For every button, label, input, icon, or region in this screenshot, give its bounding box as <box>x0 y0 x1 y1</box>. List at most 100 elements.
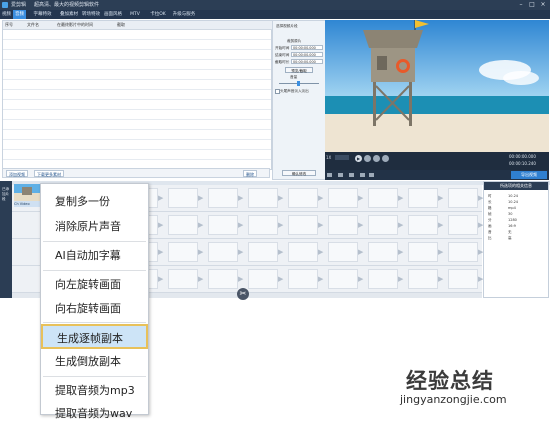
property-key: 格 <box>488 206 492 210</box>
watermark-text: 经验总结 <box>406 368 494 393</box>
timeline-slot[interactable] <box>448 269 478 289</box>
timeline-slot[interactable] <box>168 215 198 235</box>
share-icon[interactable] <box>369 173 374 177</box>
transition-arrow-icon: ▶ <box>278 194 284 202</box>
timeline-slot[interactable] <box>168 188 198 208</box>
menu-item-rotate-left[interactable]: 向左旋转画面 <box>41 272 148 297</box>
menu-item-rotate-right[interactable]: 向右旋转画面 <box>41 296 148 321</box>
timeline-side-tab: 已添加片段 <box>0 181 12 298</box>
add-video-button[interactable]: 添加视频 <box>6 170 28 177</box>
timeline-slot[interactable] <box>368 215 398 235</box>
timeline-slot[interactable] <box>448 215 478 235</box>
timeline-slot[interactable] <box>248 269 278 289</box>
timeline-slot[interactable] <box>168 269 198 289</box>
tab-transitions[interactable]: 转场特效 <box>80 10 102 19</box>
timeline-slot[interactable] <box>368 242 398 262</box>
menu-separator <box>43 270 146 271</box>
clip-list-panel: 序号 文件名 在最终影片中的时间 截取 <box>2 20 273 170</box>
tab-upgrade[interactable]: 升级与服务 <box>170 10 198 19</box>
col-filename: 文件名 <box>25 21 55 30</box>
menu-separator <box>43 322 146 323</box>
tab-mtv[interactable]: MTV <box>124 10 146 19</box>
prev-frame-button[interactable] <box>364 155 371 162</box>
menu-item-frame-copy[interactable]: 生成逐帧副本 <box>41 324 148 349</box>
timeline-slot[interactable] <box>208 215 238 235</box>
start-time-field[interactable]: 00:00:00.000 <box>291 45 323 50</box>
transition-arrow-icon: ▶ <box>358 194 364 202</box>
delete-button[interactable]: 删除 <box>243 170 257 177</box>
transition-arrow-icon: ▶ <box>358 248 364 256</box>
timeline-slot[interactable] <box>288 215 318 235</box>
duration-field[interactable]: 00:00:00.000 <box>291 59 323 64</box>
menu-item-mute-original[interactable]: 消除原片声音 <box>41 214 148 239</box>
timeline-slot[interactable] <box>208 269 238 289</box>
timeline-slot[interactable] <box>328 215 358 235</box>
tab-video[interactable]: 视频 <box>0 10 13 19</box>
transition-arrow-icon: ▶ <box>158 221 164 229</box>
video-preview[interactable] <box>325 20 549 152</box>
fullscreen-button[interactable] <box>382 155 389 162</box>
settings-icon[interactable] <box>360 173 365 177</box>
timeline-slot[interactable] <box>208 242 238 262</box>
transition-arrow-icon: ▶ <box>238 275 244 283</box>
timeline-slot[interactable] <box>408 242 438 262</box>
end-time-field[interactable]: 00:00:00.000 <box>291 52 323 57</box>
property-key: 画 <box>488 224 492 228</box>
menu-item-extract-mp3[interactable]: 提取音频为mp3 <box>41 378 148 403</box>
close-button[interactable]: × <box>538 1 548 9</box>
transition-arrow-icon: ▶ <box>318 275 324 283</box>
menu-item-reverse-copy[interactable]: 生成倒放副本 <box>41 349 148 374</box>
timeline-slot[interactable] <box>288 269 318 289</box>
transition-arrow-icon: ▶ <box>198 221 204 229</box>
speed-slider[interactable] <box>335 155 349 160</box>
speed-indicator: 1X <box>326 155 332 160</box>
timeline-slot[interactable] <box>288 242 318 262</box>
transition-arrow-icon: ▶ <box>318 194 324 202</box>
tab-overlay[interactable]: 叠加素材 <box>58 10 80 19</box>
context-menu: 复制多一份 消除原片声音 AI自动加字幕 向左旋转画面 向右旋转画面 生成逐帧副… <box>40 183 149 420</box>
play-button[interactable]: ▶ <box>355 155 362 162</box>
properties-panel: 所选项的相关信息 时 10.24 长 10.24 格 mp4 帧 30 分 1280 画 16:9 音 无… <box>483 181 549 298</box>
camera-icon[interactable] <box>327 173 332 177</box>
tab-audio[interactable]: 音频 <box>13 10 26 19</box>
timeline-slot[interactable] <box>328 269 358 289</box>
menu-item-ai-subtitles[interactable]: AI自动加字幕 <box>41 243 148 268</box>
timeline-slot[interactable] <box>248 188 278 208</box>
download-more-button[interactable]: 下载更多素材 <box>34 170 64 177</box>
settings-header: 选择视频片段 <box>276 24 298 28</box>
timeline-slot[interactable] <box>208 188 238 208</box>
timeline-slot[interactable] <box>288 188 318 208</box>
volume-slider-handle[interactable] <box>297 81 300 86</box>
menu-item-duplicate[interactable]: 复制多一份 <box>41 189 148 214</box>
timeline-slot[interactable] <box>368 269 398 289</box>
next-frame-button[interactable] <box>373 155 380 162</box>
timeline-slot[interactable] <box>328 188 358 208</box>
tab-styles[interactable]: 画面风格 <box>102 10 124 19</box>
tab-karaoke[interactable]: 卡拉OK <box>146 10 170 19</box>
transition-arrow-icon: ▶ <box>318 248 324 256</box>
timeline-slot[interactable] <box>168 242 198 262</box>
timeline-slot[interactable] <box>368 188 398 208</box>
clip-thumbnail[interactable] <box>14 184 42 201</box>
save-icon[interactable] <box>349 173 354 177</box>
folder-icon[interactable] <box>338 173 343 177</box>
transition-arrow-icon: ▶ <box>198 275 204 283</box>
preview-trim-button[interactable]: 预览/截取 <box>285 67 313 73</box>
transition-arrow-icon: ▶ <box>398 194 404 202</box>
export-video-button[interactable]: 导出视频 <box>511 171 547 179</box>
minimize-button[interactable]: – <box>516 1 526 9</box>
timeline-slot[interactable] <box>408 188 438 208</box>
timeline-slot[interactable] <box>408 269 438 289</box>
timeline-slot[interactable] <box>448 242 478 262</box>
timeline-slot[interactable] <box>408 215 438 235</box>
timeline-slot[interactable] <box>248 215 278 235</box>
scissors-icon[interactable]: ✂ <box>237 288 249 300</box>
property-value: 高 <box>508 236 512 240</box>
timeline-slot[interactable] <box>328 242 358 262</box>
confirm-changes-button[interactable]: 确认修改 <box>282 170 316 176</box>
timeline-slot[interactable] <box>448 188 478 208</box>
menu-item-extract-wav[interactable]: 提取音频为wav <box>41 401 148 426</box>
tab-subtitle-effects[interactable]: 字幕特效 <box>27 10 58 19</box>
maximize-button[interactable]: □ <box>527 1 537 9</box>
timeline-slot[interactable] <box>248 242 278 262</box>
